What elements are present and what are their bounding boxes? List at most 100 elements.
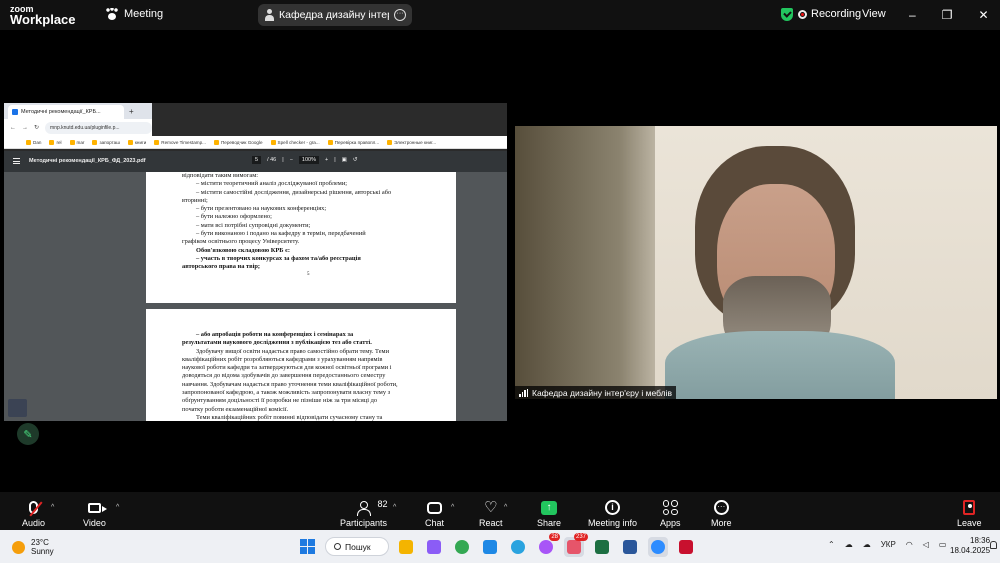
heart-icon: ♡ [484,498,498,516]
video-options-caret[interactable]: ^ [116,504,119,511]
bookmark-item[interactable]: Перевірка правопл... [327,139,379,145]
tray-chevron-icon[interactable]: ⌃ [828,540,835,549]
bookmark-item[interactable]: mar [69,139,84,145]
bookmark-item[interactable]: Переводчик Google [213,139,263,145]
close-button[interactable]: ✕ [978,8,988,22]
view-menu-button[interactable]: View [862,8,886,20]
react-options-caret[interactable]: ^ [504,504,507,511]
shared-browser-window: Методичні рекомендації_КРБ... + ← → ↻ mn… [4,103,507,421]
bookmark-icon [49,139,55,145]
pdf-page: відповідати таким вимогам: – містити теор… [146,172,456,303]
weather-widget[interactable]: 23°C Sunny [12,538,54,556]
react-button[interactable]: ♡ React [479,499,503,528]
minimize-button[interactable]: – [909,8,916,22]
chat-button[interactable]: Chat [425,499,444,528]
system-clock[interactable]: 18:36 18.04.2025 [950,536,990,556]
view-label: View [862,8,886,20]
pdf-text-line: – бути презентовано на наукових конферен… [196,205,327,213]
pdf-text-line: обґрунтуванням доцільності її розробки н… [182,397,378,405]
meeting-info-button[interactable]: i Meeting info [588,499,637,528]
bookmark-item[interactable]: Электронные книг... [387,139,436,145]
volume-icon[interactable]: ◁ [923,540,929,549]
language-indicator[interactable]: УКР [881,540,896,549]
chat-options-caret[interactable]: ^ [451,504,454,511]
bookmark-icon [127,139,133,145]
bookmark-item[interactable]: книги [127,139,147,145]
bookmark-item[interactable]: Dan [26,139,41,145]
wifi-icon[interactable]: ◠ [906,540,913,549]
new-tab-button[interactable]: + [129,105,134,119]
chat-icon [427,501,442,514]
zoom-top-bar: zoom Workplace Meeting Кафедра дизайну і… [0,0,1000,30]
telegram-app[interactable] [508,537,528,557]
participant-video[interactable] [515,126,997,399]
restore-button[interactable]: ❐ [942,8,953,22]
browser-tab-title: Методичні рекомендації_КРБ... [21,109,101,115]
temperature: 23°C [31,538,49,547]
active-app[interactable]: 237 [564,533,588,557]
zoom-in-button[interactable]: + [325,157,328,163]
page-number-input[interactable]: 5 [252,156,262,164]
zoom-level[interactable]: 100% [298,156,319,164]
forward-button[interactable]: → [22,125,28,131]
acrobat-app[interactable] [676,537,696,557]
apps-button[interactable]: Apps [660,499,681,528]
bookmark-item[interactable]: Remove Timestamp... [154,139,206,145]
pdf-text-line: – містити самостійні дослідження, дизайн… [196,188,392,196]
store-app[interactable] [480,537,500,557]
screen-share-indicator[interactable]: Кафедра дизайну інтер'єру і ме ··· [258,4,412,26]
cloud-icon[interactable]: ☁ [845,540,853,549]
word-app[interactable] [620,537,640,557]
bookmark-label: Remove Timestamp... [161,139,206,145]
start-button[interactable] [300,539,315,554]
bookmark-item[interactable]: запорташ [92,139,120,145]
bookmark-item[interactable]: rel [49,139,62,145]
rotate-icon[interactable]: ↺ [353,157,358,163]
back-button[interactable]: ← [10,125,16,131]
security-shield-icon[interactable] [781,8,793,21]
participants-button[interactable]: 82 Participants [340,499,388,528]
more-button[interactable]: ··· More [711,499,732,528]
bookmark-icon [387,139,393,145]
messenger-app[interactable]: 28 [536,533,560,557]
word-icon [623,540,637,554]
pdf-text-line: – бути належно оформлено; [196,213,272,221]
reload-button[interactable]: ↻ [34,124,39,131]
meeting-menu-button[interactable]: Meeting [106,8,163,20]
taskbar-search[interactable]: Пошук [325,537,389,556]
leave-button[interactable]: Leave [957,499,982,528]
notifications-bell-icon[interactable] [990,541,997,549]
meeting-label: Meeting [124,8,164,20]
menu-icon[interactable] [13,158,20,164]
collapsed-panel-thumbnail[interactable] [8,399,27,417]
onedrive-icon[interactable]: ☁ [863,540,871,549]
recording-indicator[interactable]: Recording [798,8,861,20]
battery-icon[interactable]: ▭ [939,540,947,549]
bookmark-label: запорташ [99,139,120,145]
more-options-icon[interactable]: ··· [394,9,406,21]
address-bar[interactable]: mnp.knutd.edu.ua/pluginfile.p... [45,121,152,134]
pdf-viewer[interactable]: відповідати таким вимогам: – містити теор… [4,172,507,421]
pdf-page-zoom-controls: 5 / 46 | − 100% + | ▣ ↺ [252,156,357,164]
annotate-pen-icon[interactable]: ✎ [17,423,39,445]
share-button[interactable]: ↑ Share [537,499,561,528]
browser-tab[interactable]: Методичні рекомендації_КРБ... [8,105,124,119]
audio-label: Audio [22,518,46,528]
signal-bars-icon [519,388,528,397]
bookmark-item[interactable]: Spell checker - gra... [270,139,320,145]
pdf-page-number: 5 [307,272,310,277]
fit-page-icon[interactable]: ▣ [342,157,347,163]
zoom-out-button[interactable]: − [290,157,293,163]
video-button[interactable]: Video [83,499,107,528]
zoom-app[interactable] [648,537,668,557]
copilot-app[interactable] [424,537,444,557]
audio-options-caret[interactable]: ^ [51,504,54,511]
participants-options-caret[interactable]: ^ [393,504,396,511]
chrome-app[interactable] [452,537,472,557]
copilot-icon [427,540,441,554]
audio-button[interactable]: Audio [22,499,45,528]
bookmark-label: книги [134,139,147,145]
pdf-text-line: Обов'язковою складовою КРБ є: [196,246,290,254]
excel-app[interactable] [592,537,612,557]
file-explorer-app[interactable] [396,537,416,557]
